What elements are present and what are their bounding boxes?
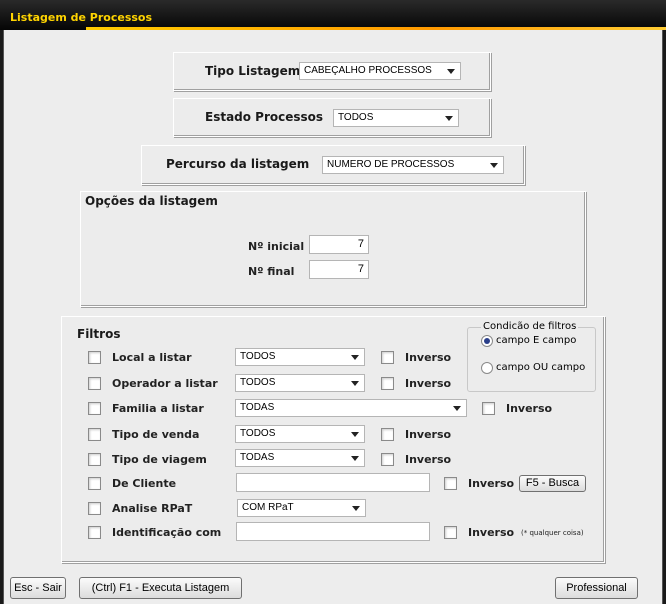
tipo-venda-checkbox[interactable]	[88, 428, 101, 441]
tipo-listagem-select[interactable]: CABEÇALHO PROCESSOS	[299, 62, 461, 80]
local-checkbox[interactable]	[88, 351, 101, 364]
chevron-down-icon	[351, 456, 359, 461]
estado-processos-label: Estado Processos	[205, 110, 324, 124]
estado-processos-value: TODOS	[338, 112, 374, 123]
estado-processos-select[interactable]: TODOS	[333, 109, 459, 127]
percurso-label: Percurso da listagem	[166, 157, 310, 171]
local-inverso-label: Inverso	[405, 351, 452, 364]
percurso-select[interactable]: NUMERO DE PROCESSOS	[322, 156, 504, 174]
tipo-venda-inverso-checkbox[interactable]	[381, 428, 394, 441]
chevron-down-icon	[351, 432, 359, 437]
local-inverso-checkbox[interactable]	[381, 351, 394, 364]
chevron-down-icon	[351, 355, 359, 360]
n-inicial-input[interactable]: 7	[309, 235, 369, 254]
tipo-listagem-value: CABEÇALHO PROCESSOS	[304, 65, 432, 76]
chevron-down-icon	[453, 406, 461, 411]
opcoes-title: Opções da listagem	[85, 194, 218, 208]
n-final-label: Nº final	[248, 265, 295, 278]
tipo-viagem-checkbox[interactable]	[88, 453, 101, 466]
cliente-inverso-label: Inverso	[468, 477, 515, 490]
sair-button[interactable]: Esc - Sair	[10, 577, 66, 599]
percurso-value: NUMERO DE PROCESSOS	[327, 159, 455, 170]
local-label: Local a listar	[112, 351, 192, 364]
cliente-inverso-checkbox[interactable]	[444, 477, 457, 490]
rpat-value: COM RPaT	[242, 502, 294, 513]
chevron-down-icon	[352, 506, 360, 511]
operador-label: Operador a listar	[112, 377, 218, 390]
identificacao-label: Identificação com	[112, 526, 222, 539]
cliente-label: De Cliente	[112, 477, 177, 490]
identificacao-input[interactable]	[236, 522, 430, 541]
n-inicial-label: Nº inicial	[248, 240, 305, 253]
professional-button[interactable]: Professional	[555, 577, 638, 599]
executa-listagem-button[interactable]: (Ctrl) F1 - Executa Listagem	[79, 577, 242, 599]
operador-inverso-checkbox[interactable]	[381, 377, 394, 390]
familia-checkbox[interactable]	[88, 402, 101, 415]
familia-value: TODAS	[240, 402, 275, 413]
local-select[interactable]: TODOS	[235, 348, 365, 366]
tipo-venda-label: Tipo de venda	[112, 428, 200, 441]
chevron-down-icon	[447, 69, 455, 74]
operador-checkbox[interactable]	[88, 377, 101, 390]
operador-inverso-label: Inverso	[405, 377, 452, 390]
window-title: Listagem de Processos	[10, 11, 153, 24]
n-final-input[interactable]: 7	[309, 260, 369, 279]
busca-button[interactable]: F5 - Busca	[519, 475, 586, 492]
tipo-viagem-select[interactable]: TODAS	[235, 449, 365, 467]
tipo-venda-inverso-label: Inverso	[405, 428, 452, 441]
operador-value: TODOS	[240, 377, 276, 388]
rpat-label: Analise RPaT	[112, 502, 193, 515]
tipo-venda-value: TODOS	[240, 428, 276, 439]
chevron-down-icon	[351, 381, 359, 386]
radio-campo-ou-label: campo OU campo	[496, 362, 586, 373]
cliente-input[interactable]	[236, 473, 430, 492]
tipo-viagem-inverso-label: Inverso	[405, 453, 452, 466]
radio-campo-ou[interactable]	[481, 362, 493, 374]
familia-select[interactable]: TODAS	[235, 399, 467, 417]
tipo-viagem-label: Tipo de viagem	[112, 453, 207, 466]
tipo-listagem-label: Tipo Listagem	[205, 64, 301, 78]
tipo-viagem-value: TODAS	[240, 452, 275, 463]
identificacao-note: (* qualquer coisa)	[521, 529, 584, 537]
chevron-down-icon	[445, 116, 453, 121]
local-value: TODOS	[240, 351, 276, 362]
cliente-checkbox[interactable]	[88, 477, 101, 490]
identificacao-inverso-label: Inverso	[468, 526, 515, 539]
familia-inverso-label: Inverso	[506, 402, 553, 415]
tipo-venda-select[interactable]: TODOS	[235, 425, 365, 443]
operador-select[interactable]: TODOS	[235, 374, 365, 392]
identificacao-checkbox[interactable]	[88, 526, 101, 539]
familia-inverso-checkbox[interactable]	[482, 402, 495, 415]
chevron-down-icon	[490, 163, 498, 168]
filtros-title: Filtros	[77, 327, 121, 341]
radio-campo-e[interactable]	[481, 335, 493, 347]
radio-campo-e-label: campo E campo	[496, 335, 577, 346]
condicao-title: Condicão de filtros	[481, 321, 579, 332]
familia-label: Familia a listar	[112, 402, 204, 415]
identificacao-inverso-checkbox[interactable]	[444, 526, 457, 539]
tipo-viagem-inverso-checkbox[interactable]	[381, 453, 394, 466]
rpat-checkbox[interactable]	[88, 502, 101, 515]
rpat-select[interactable]: COM RPaT	[237, 499, 366, 517]
